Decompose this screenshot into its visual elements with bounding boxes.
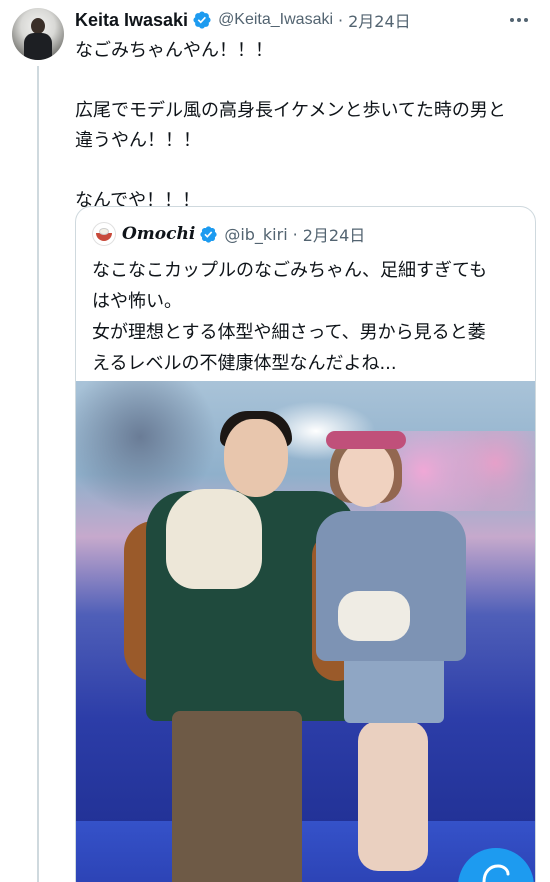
- separator-dot: ·: [292, 224, 298, 244]
- quote-handle: @ib_kiri: [224, 224, 288, 244]
- quote-line: えるレベルの不健康体型なんだよね...: [92, 353, 397, 374]
- compose-icon: [482, 864, 510, 882]
- timestamp[interactable]: 2月24日: [348, 8, 411, 32]
- verified-badge-icon: [193, 11, 211, 29]
- avatar-body: [24, 33, 52, 60]
- verified-badge-icon: [200, 225, 217, 243]
- quote-avatar: [92, 222, 116, 246]
- tweet-header: Keita Iwasaki @Keita_Iwasaki · 2月24日: [75, 8, 530, 32]
- quote-display-name: Omochi: [122, 224, 196, 244]
- tweet-body: なごみちゃんやん！！！ 広尾でモデル風の高身長イケメンと歩いてた時の男と 違うや…: [75, 36, 535, 216]
- quote-tweet-card[interactable]: Omochi @ib_kiri · 2月24日 なこなこカップルのなごみちゃん、…: [75, 206, 536, 882]
- tweet-line: 違うやん！！！: [75, 130, 201, 151]
- avatar-head: [31, 18, 45, 34]
- separator-dot: ·: [338, 10, 344, 30]
- thread-line: [37, 66, 39, 882]
- tweet-line: 広尾でモデル風の高身長イケメンと歩いてた時の男と: [75, 100, 506, 121]
- quote-photo[interactable]: [76, 381, 535, 882]
- quote-header: Omochi @ib_kiri · 2月24日: [92, 221, 525, 247]
- avatar[interactable]: [12, 8, 64, 60]
- display-name[interactable]: Keita Iwasaki: [75, 10, 188, 31]
- quote-line: はや怖い。: [92, 291, 182, 312]
- quote-timestamp: 2月24日: [302, 226, 366, 245]
- quote-line: なこなこカップルのなごみちゃん、足細すぎても: [92, 260, 488, 281]
- quote-line: 女が理想とする体型や細さって、男から見ると萎: [92, 322, 486, 343]
- more-options-icon[interactable]: [508, 12, 530, 28]
- user-handle[interactable]: @Keita_Iwasaki: [218, 11, 333, 29]
- tweet-line: なごみちゃんやん！！！: [75, 40, 273, 61]
- quote-body: なこなこカップルのなごみちゃん、足細すぎても はや怖い。 女が理想とする体型や細…: [92, 255, 524, 379]
